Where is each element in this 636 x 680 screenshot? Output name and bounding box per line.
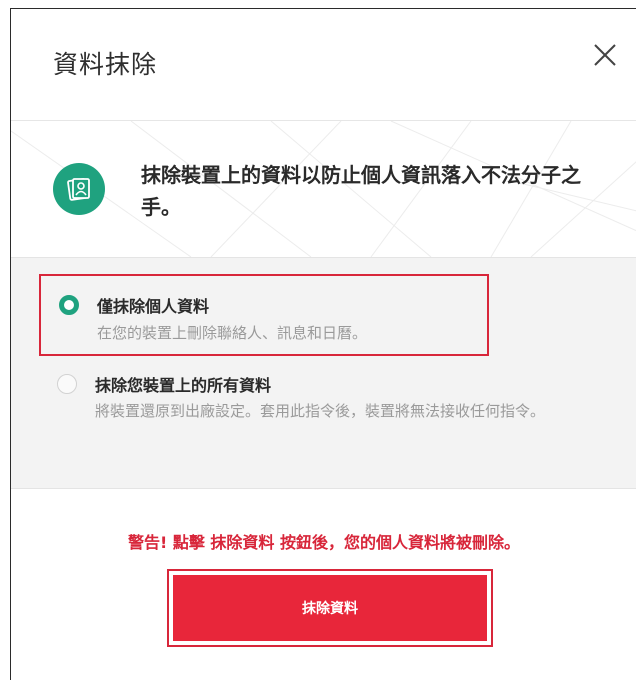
option-personal-data[interactable]: 僅抹除個人資料 在您的裝置上刪除聯絡人、訊息和日曆。	[39, 274, 489, 356]
banner-message: 抹除裝置上的資料以防止個人資訊落入不法分子之手。	[141, 163, 581, 219]
radio-all-data[interactable]	[57, 374, 77, 394]
wipe-data-button[interactable]: 抹除資料	[173, 575, 487, 641]
close-icon	[594, 44, 616, 66]
wipe-data-dialog: 資料抹除 抹除裝置上的資料以防止個人資訊落入不法分子之手。 僅抹除個人資料 在您…	[10, 8, 636, 680]
info-banner: 抹除裝置上的資料以防止個人資訊落入不法分子之手。	[11, 121, 636, 257]
wipe-options-group: 僅抹除個人資料 在您的裝置上刪除聯絡人、訊息和日曆。 抹除您裝置上的所有資料 將…	[11, 257, 636, 489]
option-personal-data-title: 僅抹除個人資料	[97, 297, 210, 316]
dialog-title: 資料抹除	[53, 50, 158, 79]
warning-message: 警告! 點擊 抹除資料 按鈕後，您的個人資料將被刪除。	[127, 533, 520, 552]
photo-contacts-icon	[53, 163, 105, 215]
wipe-button-highlight: 抹除資料	[167, 569, 493, 647]
close-button[interactable]	[587, 37, 623, 73]
option-all-data[interactable]: 抹除您裝置上的所有資料 將裝置還原到出廠設定。套用此指令後，裝置將無法接收任何指…	[39, 366, 599, 466]
dialog-header: 資料抹除	[11, 9, 636, 121]
option-all-data-description: 將裝置還原到出廠設定。套用此指令後，裝置將無法接收任何指令。	[95, 402, 546, 420]
option-all-data-title: 抹除您裝置上的所有資料	[95, 376, 272, 395]
radio-personal-data[interactable]	[59, 295, 79, 315]
option-personal-data-description: 在您的裝置上刪除聯絡人、訊息和日曆。	[97, 324, 368, 342]
